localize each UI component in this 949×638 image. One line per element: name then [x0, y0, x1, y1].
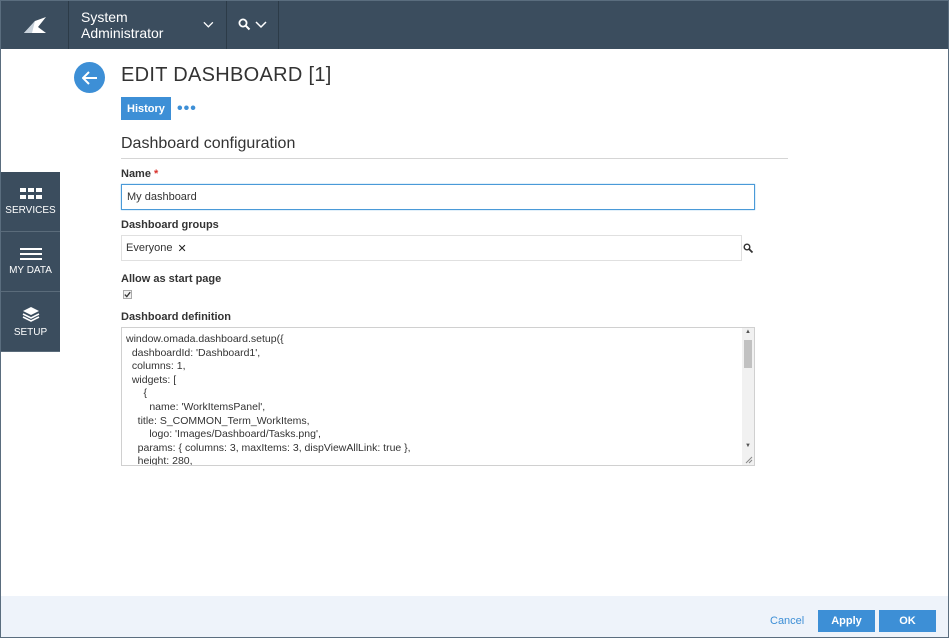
user-menu-label: System Administrator — [81, 9, 164, 41]
textarea-scrollbar[interactable]: ▲ ▼ — [742, 328, 754, 465]
start-page-checkbox[interactable] — [123, 290, 132, 299]
apply-button[interactable]: Apply — [818, 610, 875, 632]
sidenav-item-my-data[interactable]: MY DATA — [1, 232, 60, 292]
logo[interactable] — [1, 1, 69, 49]
grid-icon — [19, 187, 42, 199]
sidenav-label: MY DATA — [9, 264, 52, 276]
side-nav: SERVICES MY DATA SETUP — [1, 172, 60, 352]
scroll-down-icon[interactable]: ▼ — [745, 443, 751, 449]
checkmark-icon — [124, 291, 131, 298]
search-icon — [743, 243, 754, 254]
search-menu[interactable] — [227, 1, 279, 49]
logo-icon — [23, 17, 46, 33]
name-label: Name * — [121, 168, 158, 180]
chevron-down-icon — [203, 21, 214, 28]
definition-label: Dashboard definition — [121, 311, 231, 323]
more-options-button[interactable]: ••• — [177, 101, 197, 117]
layers-icon — [22, 306, 39, 322]
sidenav-item-setup[interactable]: SETUP — [1, 292, 60, 352]
scroll-up-icon[interactable]: ▲ — [745, 329, 751, 335]
section-divider — [121, 158, 788, 159]
name-input[interactable] — [121, 184, 755, 210]
footer-bar — [1, 596, 948, 637]
remove-chip-icon[interactable]: ✕ — [177, 242, 186, 255]
groups-search-button[interactable] — [743, 241, 754, 259]
group-chip: Everyone ✕ — [126, 242, 187, 255]
scrollbar-thumb[interactable] — [744, 340, 752, 368]
cancel-button[interactable]: Cancel — [770, 615, 804, 627]
sidenav-item-services[interactable]: SERVICES — [1, 172, 60, 232]
groups-field[interactable]: Everyone ✕ — [121, 235, 742, 261]
required-marker: * — [154, 168, 159, 180]
section-title: Dashboard configuration — [121, 135, 296, 152]
definition-textarea[interactable]: window.omada.dashboard.setup({ dashboard… — [121, 327, 755, 466]
tab-history[interactable]: History — [121, 97, 171, 120]
definition-text: window.omada.dashboard.setup({ dashboard… — [126, 333, 411, 466]
list-icon — [19, 247, 42, 260]
start-page-label: Allow as start page — [121, 273, 222, 285]
groups-label: Dashboard groups — [121, 219, 219, 231]
user-menu[interactable]: System Administrator — [69, 1, 227, 49]
page-title: EDIT DASHBOARD [1] — [121, 64, 332, 86]
chevron-down-icon — [255, 21, 267, 29]
top-bar: System Administrator — [1, 1, 948, 49]
sidenav-label: SETUP — [13, 326, 48, 338]
resize-handle-icon[interactable] — [744, 455, 753, 464]
arrow-left-icon — [81, 70, 97, 85]
ok-button[interactable]: OK — [879, 610, 936, 632]
name-label-text: Name — [121, 168, 151, 180]
sidenav-label: SERVICES — [5, 204, 56, 216]
group-chip-label: Everyone — [126, 242, 173, 254]
search-icon — [238, 18, 251, 31]
back-button[interactable] — [74, 62, 105, 93]
